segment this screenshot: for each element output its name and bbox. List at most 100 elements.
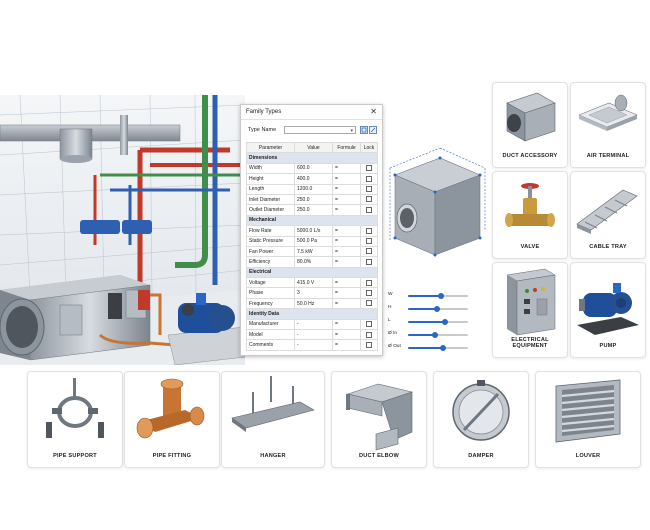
lock-checkbox[interactable] bbox=[366, 341, 372, 348]
close-icon[interactable]: ✕ bbox=[370, 105, 377, 119]
slider-label: Ø Out bbox=[388, 344, 401, 349]
slider-handle[interactable] bbox=[439, 345, 446, 351]
parameter-name: Comments bbox=[246, 339, 295, 351]
lock-checkbox[interactable] bbox=[366, 300, 372, 307]
parameter-value-field[interactable]: 5000.0 L/s bbox=[294, 225, 333, 237]
lock-checkbox[interactable] bbox=[366, 196, 372, 203]
card-damper[interactable]: DAMPER bbox=[433, 371, 529, 468]
parameter-value-field[interactable]: - bbox=[294, 339, 333, 351]
card-cable-tray[interactable]: CABLE TRAY bbox=[570, 171, 646, 259]
parameter-row: Outlet Diameter 250.0 = bbox=[246, 204, 378, 216]
parameter-value-field[interactable]: 1200.0 bbox=[294, 183, 333, 195]
lock-checkbox[interactable] bbox=[366, 331, 372, 338]
parameter-value-field[interactable]: 7.5 kW bbox=[294, 245, 333, 258]
parameter-value-field[interactable]: 50.0 Hz bbox=[294, 297, 333, 310]
lock-checkbox[interactable] bbox=[366, 321, 372, 328]
parameter-formula-field[interactable]: = bbox=[332, 318, 361, 331]
lock-cell bbox=[360, 277, 378, 289]
card-valve[interactable]: VALVE bbox=[492, 171, 568, 259]
card-louver[interactable]: LOUVER bbox=[535, 371, 641, 468]
card-label-pipe-fitting: PIPE FITTING bbox=[152, 453, 192, 459]
parameter-value-field[interactable]: 3 bbox=[294, 287, 333, 299]
lock-cell bbox=[360, 204, 378, 216]
parameter-formula-field[interactable]: = bbox=[332, 204, 361, 216]
parameter-formula-field[interactable]: = bbox=[332, 297, 361, 310]
card-pump[interactable]: PUMP bbox=[570, 262, 646, 358]
lock-checkbox[interactable] bbox=[366, 279, 372, 286]
parameter-row: Model - = bbox=[246, 329, 378, 341]
parameter-value-field[interactable]: 600.0 bbox=[294, 162, 333, 175]
parameter-formula-field[interactable]: = bbox=[332, 329, 361, 341]
parameter-formula-field[interactable]: = bbox=[332, 235, 361, 247]
slider-handle[interactable] bbox=[433, 306, 440, 312]
lock-cell bbox=[360, 287, 378, 299]
type-name-dropdown[interactable]: ▾ bbox=[284, 126, 356, 134]
parameter-formula-field[interactable]: = bbox=[332, 162, 361, 175]
lock-checkbox[interactable] bbox=[366, 186, 372, 193]
parameter-group-row[interactable]: Mechanical bbox=[246, 214, 378, 227]
lock-checkbox[interactable] bbox=[366, 290, 372, 296]
slider-handle[interactable] bbox=[442, 319, 449, 325]
slider-track[interactable] bbox=[408, 332, 468, 338]
card-air-terminal[interactable]: AIR TERMINAL bbox=[570, 82, 646, 168]
parameter-row: Width 600.0 = bbox=[246, 162, 378, 175]
lock-cell bbox=[360, 162, 378, 175]
parameter-formula-field[interactable]: = bbox=[332, 277, 361, 289]
parameter-value-field[interactable]: 250.0 bbox=[294, 193, 333, 206]
parameter-group-row[interactable]: Dimensions bbox=[246, 152, 378, 164]
card-label-damper: DAMPER bbox=[468, 453, 494, 459]
new-type-button[interactable] bbox=[360, 126, 368, 134]
parameter-formula-field[interactable]: = bbox=[332, 193, 361, 206]
slider-track[interactable] bbox=[408, 293, 468, 299]
lock-checkbox[interactable] bbox=[366, 165, 372, 172]
parameter-value-field[interactable]: 400.0 bbox=[294, 173, 333, 185]
slider-track[interactable] bbox=[408, 319, 468, 325]
family-types-dialog: Family Types ✕ Type Name ▾ Parameter Val… bbox=[240, 104, 383, 356]
parameter-value-field[interactable]: 415.0 V bbox=[294, 277, 333, 289]
card-duct-accessory[interactable]: DUCT ACCESSORY bbox=[492, 82, 568, 168]
parameter-formula-field[interactable]: = bbox=[332, 173, 361, 185]
lock-checkbox[interactable] bbox=[366, 258, 372, 265]
slider-label: Ø In bbox=[388, 331, 398, 336]
card-hanger[interactable]: HANGER bbox=[221, 371, 325, 468]
slider-handle[interactable] bbox=[432, 332, 438, 338]
parameter-formula-field[interactable]: = bbox=[332, 225, 361, 237]
lock-cell bbox=[360, 193, 378, 206]
parameter-value-field[interactable]: 250.0 bbox=[294, 204, 333, 216]
chevron-down-icon: ▾ bbox=[350, 128, 353, 134]
parameter-formula-field[interactable]: = bbox=[332, 339, 361, 351]
parameter-value-field[interactable]: 80.0% bbox=[294, 256, 333, 268]
rename-type-button[interactable] bbox=[369, 126, 377, 134]
rename-type-icon bbox=[370, 127, 376, 133]
lock-checkbox[interactable] bbox=[366, 227, 372, 234]
parameter-formula-field[interactable]: = bbox=[332, 287, 361, 299]
slider-track[interactable] bbox=[408, 345, 468, 351]
type-name-label: Type Name bbox=[248, 127, 277, 133]
slider-track[interactable] bbox=[408, 306, 468, 312]
lock-checkbox[interactable] bbox=[366, 248, 372, 255]
card-label-air-terminal: AIR TERMINAL bbox=[586, 153, 630, 159]
parameter-value-field[interactable]: - bbox=[294, 318, 333, 331]
slider-handle[interactable] bbox=[438, 293, 444, 299]
parameter-formula-field[interactable]: = bbox=[332, 183, 361, 195]
parameter-value-field[interactable]: 500.0 Pa bbox=[294, 235, 333, 247]
parameter-row: Voltage 415.0 V = bbox=[246, 277, 378, 289]
card-pipe-support[interactable]: PIPE SUPPORT bbox=[27, 371, 123, 468]
parameter-value-field[interactable]: - bbox=[294, 329, 333, 341]
card-pipe-fitting[interactable]: PIPE FITTING bbox=[124, 371, 220, 468]
parameter-group-row[interactable]: Electrical bbox=[246, 266, 378, 279]
card-electrical-equipment[interactable]: ELECTRICAL EQUIPMENT bbox=[492, 262, 568, 358]
lock-checkbox[interactable] bbox=[366, 238, 372, 245]
parameter-formula-field[interactable]: = bbox=[332, 245, 361, 258]
card-label-duct-elbow: DUCT ELBOW bbox=[359, 453, 399, 459]
card-duct-elbow[interactable]: DUCT ELBOW bbox=[331, 371, 427, 468]
parameter-formula-field[interactable]: = bbox=[332, 256, 361, 268]
card-label-duct-accessory: DUCT ACCESSORY bbox=[502, 153, 558, 159]
parameter-row: Comments - = bbox=[246, 339, 378, 351]
lock-checkbox[interactable] bbox=[366, 206, 372, 213]
lock-checkbox[interactable] bbox=[366, 175, 372, 182]
parameter-group-row[interactable]: Identity Data bbox=[246, 308, 378, 320]
card-label-cable-tray: CABLE TRAY bbox=[589, 244, 627, 250]
slider-label: W bbox=[388, 292, 393, 297]
lock-cell bbox=[360, 183, 378, 195]
